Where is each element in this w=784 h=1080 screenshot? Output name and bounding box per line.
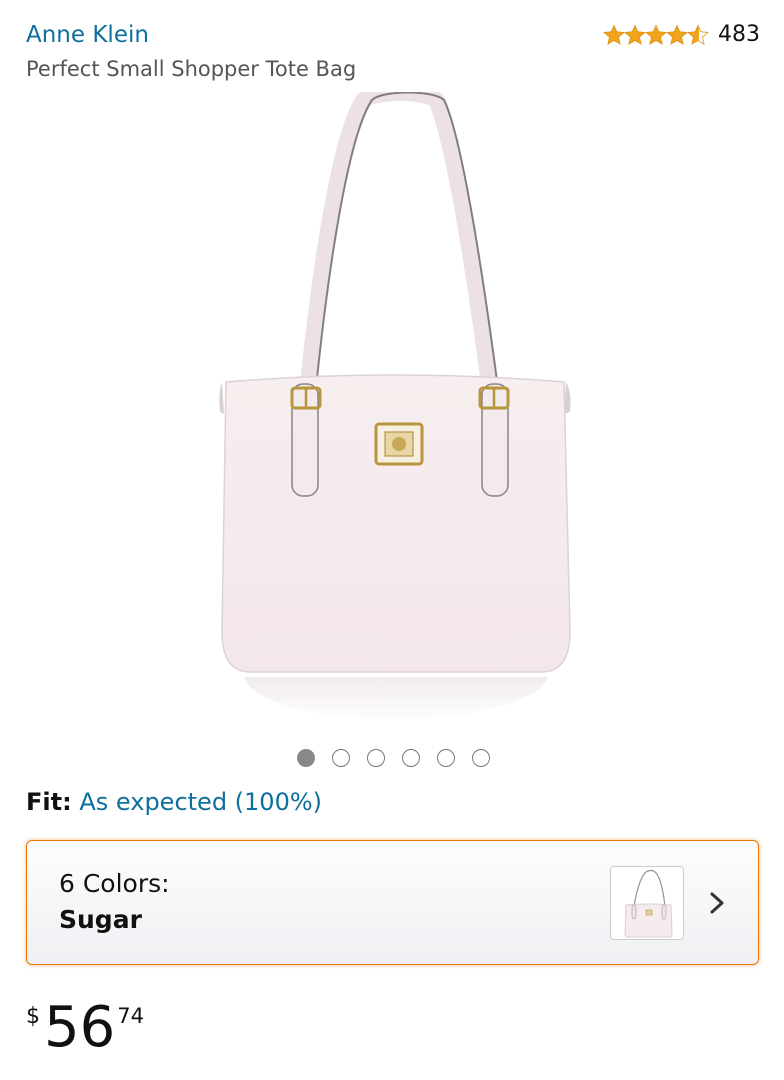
carousel-dot[interactable]: [401, 749, 420, 767]
selected-color: Sugar: [59, 905, 142, 934]
product-image[interactable]: [204, 92, 584, 732]
colors-count-label: 6 Colors:: [59, 869, 170, 898]
carousel-dot[interactable]: [331, 749, 350, 767]
carousel-dot[interactable]: [436, 749, 455, 767]
star-icon: [666, 23, 688, 45]
price-whole: 56: [44, 995, 116, 1060]
price-currency-symbol: $: [26, 1004, 40, 1029]
brand-link[interactable]: Anne Klein: [26, 22, 149, 48]
carousel-dot[interactable]: [366, 749, 385, 767]
fit-value-link[interactable]: As expected (100%): [79, 788, 322, 816]
fit-label: Fit:: [26, 788, 72, 816]
review-count: 483: [718, 22, 760, 47]
price: $ 56 74: [26, 1000, 144, 1056]
color-thumbnail: [610, 866, 684, 940]
carousel-dot[interactable]: [471, 749, 490, 767]
star-icon: [645, 23, 667, 45]
product-title: Perfect Small Shopper Tote Bag: [26, 57, 357, 81]
star-icon: [603, 23, 625, 45]
tote-bag-thumbnail-icon: [624, 869, 673, 938]
star-icon: [624, 23, 646, 45]
star-rating: [603, 23, 709, 46]
price-fraction: 74: [117, 1004, 144, 1028]
half-star-icon: [687, 23, 709, 45]
carousel-dot[interactable]: [296, 749, 315, 767]
image-carousel-dots: [0, 749, 784, 767]
chevron-right-icon: [710, 892, 724, 914]
fit-info: Fit: As expected (100%): [26, 788, 322, 816]
color-selector-button[interactable]: 6 Colors: Sugar: [26, 840, 759, 965]
rating-summary[interactable]: 483: [603, 22, 760, 47]
